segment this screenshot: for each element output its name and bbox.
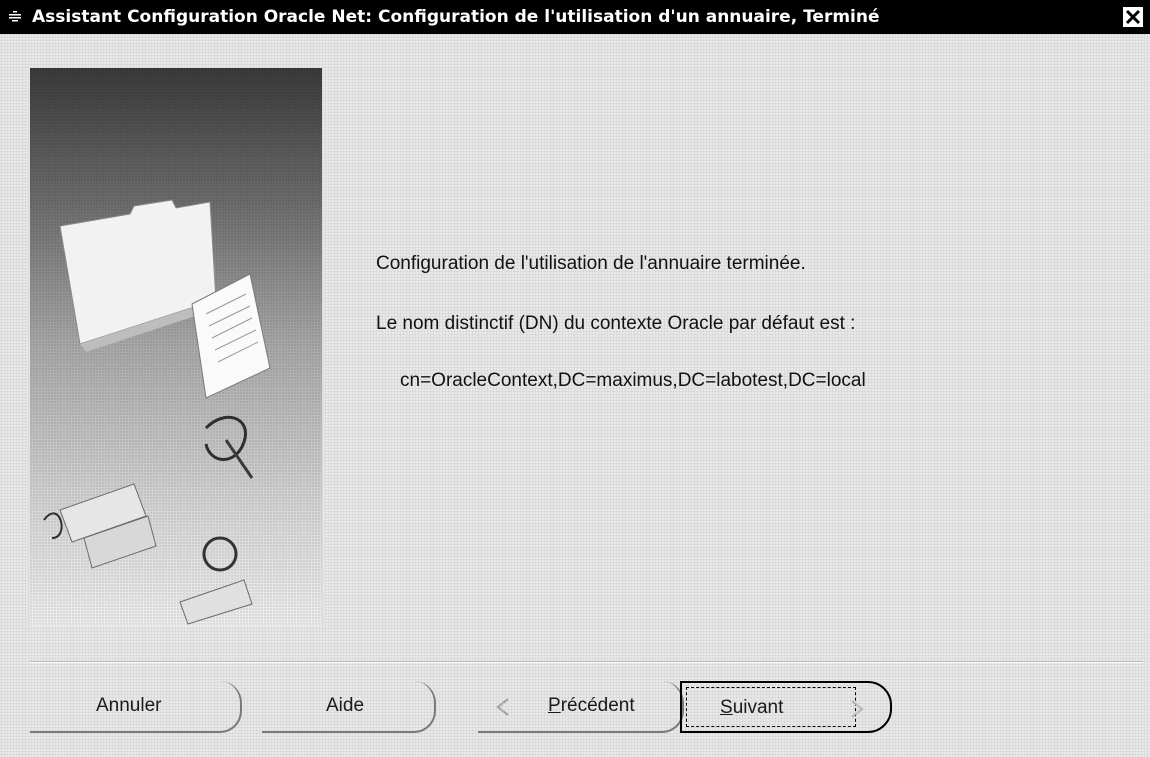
next-mnemonic: S — [720, 697, 733, 718]
help-button-label: Aide — [326, 695, 365, 716]
arrow-right-icon — [850, 700, 864, 724]
dn-value: cn=OracleContext,DC=maximus,DC=labotest,… — [400, 370, 866, 391]
help-button[interactable]: Aide — [262, 681, 436, 733]
wizard-dialog: Assistant Configuration Oracle Net: Conf… — [0, 0, 1150, 757]
completion-message: Configuration de l'utilisation de l'annu… — [376, 253, 806, 274]
dn-label: Le nom distinctif (DN) du contexte Oracl… — [376, 313, 856, 334]
arrow-left-icon — [496, 698, 510, 722]
title-bar[interactable]: Assistant Configuration Oracle Net: Conf… — [0, 0, 1150, 34]
close-icon — [1125, 9, 1141, 25]
folder-documents-keys-illustration — [30, 68, 322, 626]
close-button[interactable] — [1122, 6, 1144, 28]
previous-button-label: Précédent — [548, 695, 635, 717]
cancel-button-label: Annuler — [96, 695, 162, 716]
previous-label-rest: récédent — [560, 695, 635, 716]
oracle-wizard-icon[interactable] — [8, 10, 22, 24]
next-button[interactable]: Suivant — [680, 681, 892, 733]
button-separator — [30, 661, 1142, 663]
previous-button[interactable]: Précédent — [478, 681, 684, 733]
cancel-button[interactable]: Annuler — [30, 681, 242, 733]
window-title: Assistant Configuration Oracle Net: Conf… — [32, 7, 880, 27]
next-label-rest: uivant — [732, 697, 784, 718]
previous-mnemonic: P — [548, 695, 561, 716]
wizard-illustration — [30, 68, 322, 626]
next-button-label: Suivant — [720, 697, 783, 719]
